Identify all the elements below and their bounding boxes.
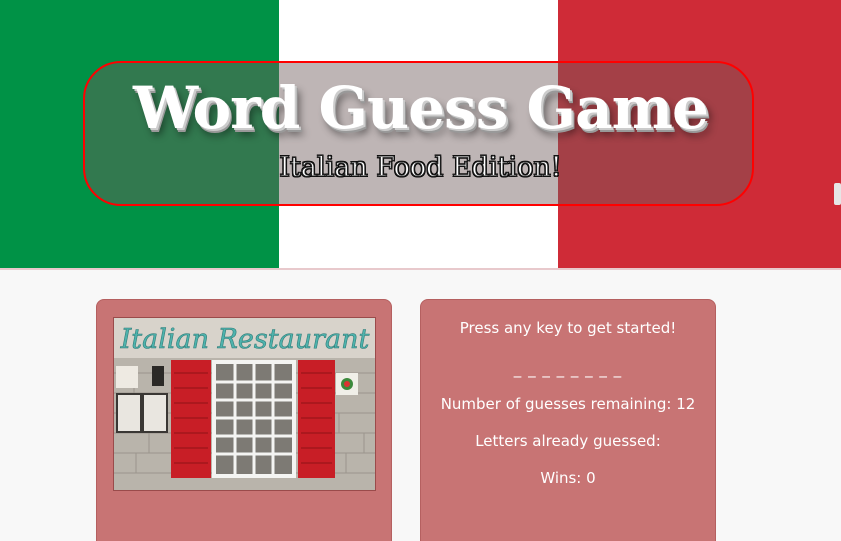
word-blanks: _ _ _ _ _ _ _ _ <box>513 360 623 378</box>
page: Word Guess Game Italian Food Edition! It… <box>0 0 841 541</box>
image-panel: Italian Restaurant <box>96 299 392 541</box>
game-panel: Press any key to get started! _ _ _ _ _ … <box>420 299 716 541</box>
page-subtitle: Italian Food Edition! <box>279 152 562 184</box>
scrollbar-handle[interactable] <box>834 183 841 205</box>
wins-counter: Wins: 0 <box>540 469 596 487</box>
divider <box>0 268 841 270</box>
restaurant-photo: Italian Restaurant <box>113 317 376 491</box>
guesses-remaining: Number of guesses remaining: 12 <box>440 395 696 413</box>
page-title: Word Guess Game <box>133 74 709 142</box>
start-prompt: Press any key to get started! <box>459 319 677 337</box>
sign-text: Italian Restaurant <box>120 324 370 355</box>
letters-guessed: Letters already guessed: <box>475 432 661 450</box>
